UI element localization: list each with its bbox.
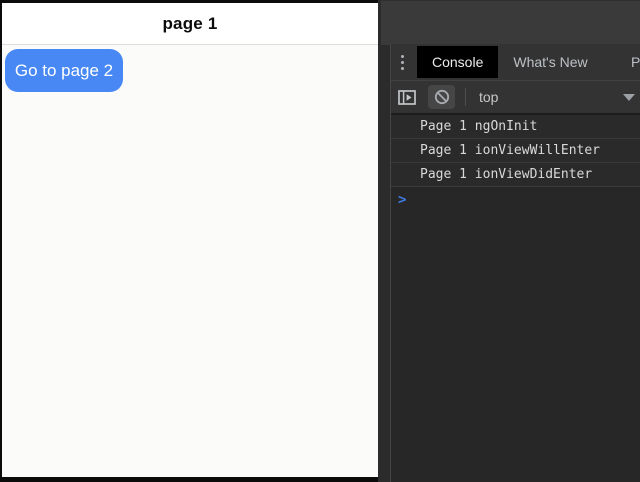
devtools-top-strip — [381, 0, 640, 45]
console-toolbar: top — [390, 80, 640, 113]
console-sidebar-icon[interactable] — [398, 90, 416, 105]
go-to-page-2-button[interactable]: Go to page 2 — [5, 49, 123, 92]
panel-divider[interactable] — [378, 0, 390, 482]
tab-whats-new[interactable]: What's New — [498, 44, 602, 80]
tab-clipped[interactable]: P — [631, 44, 640, 80]
tab-console[interactable]: Console — [417, 46, 498, 78]
app-viewport: page 1 Go to page 2 — [2, 3, 378, 477]
console-messages-area: Page 1 ngOnInit Page 1 ionViewWillEnter … — [390, 113, 640, 482]
clear-console-icon[interactable] — [428, 85, 455, 109]
console-log-row: Page 1 ionViewWillEnter — [390, 139, 640, 163]
screen: page 1 Go to page 2 Console What's New P — [0, 0, 640, 482]
page-title: page 1 — [162, 14, 217, 34]
dropdown-caret-icon[interactable] — [623, 94, 635, 101]
devtools-tabbar: Console What's New P — [390, 44, 640, 80]
app-header: page 1 — [2, 3, 378, 45]
devtools-panel: Console What's New P top — [390, 0, 640, 482]
toolbar-separator — [465, 88, 466, 106]
device-frame: page 1 Go to page 2 — [0, 0, 378, 482]
frame-context-selector[interactable]: top — [479, 89, 498, 105]
console-log-row: Page 1 ngOnInit — [390, 115, 640, 139]
prompt-chevron-icon: > — [398, 192, 406, 208]
console-log-row: Page 1 ionViewDidEnter — [390, 163, 640, 187]
console-prompt[interactable]: > — [390, 187, 640, 213]
kebab-menu-icon[interactable] — [394, 55, 410, 70]
devtools-left-border — [390, 44, 391, 482]
